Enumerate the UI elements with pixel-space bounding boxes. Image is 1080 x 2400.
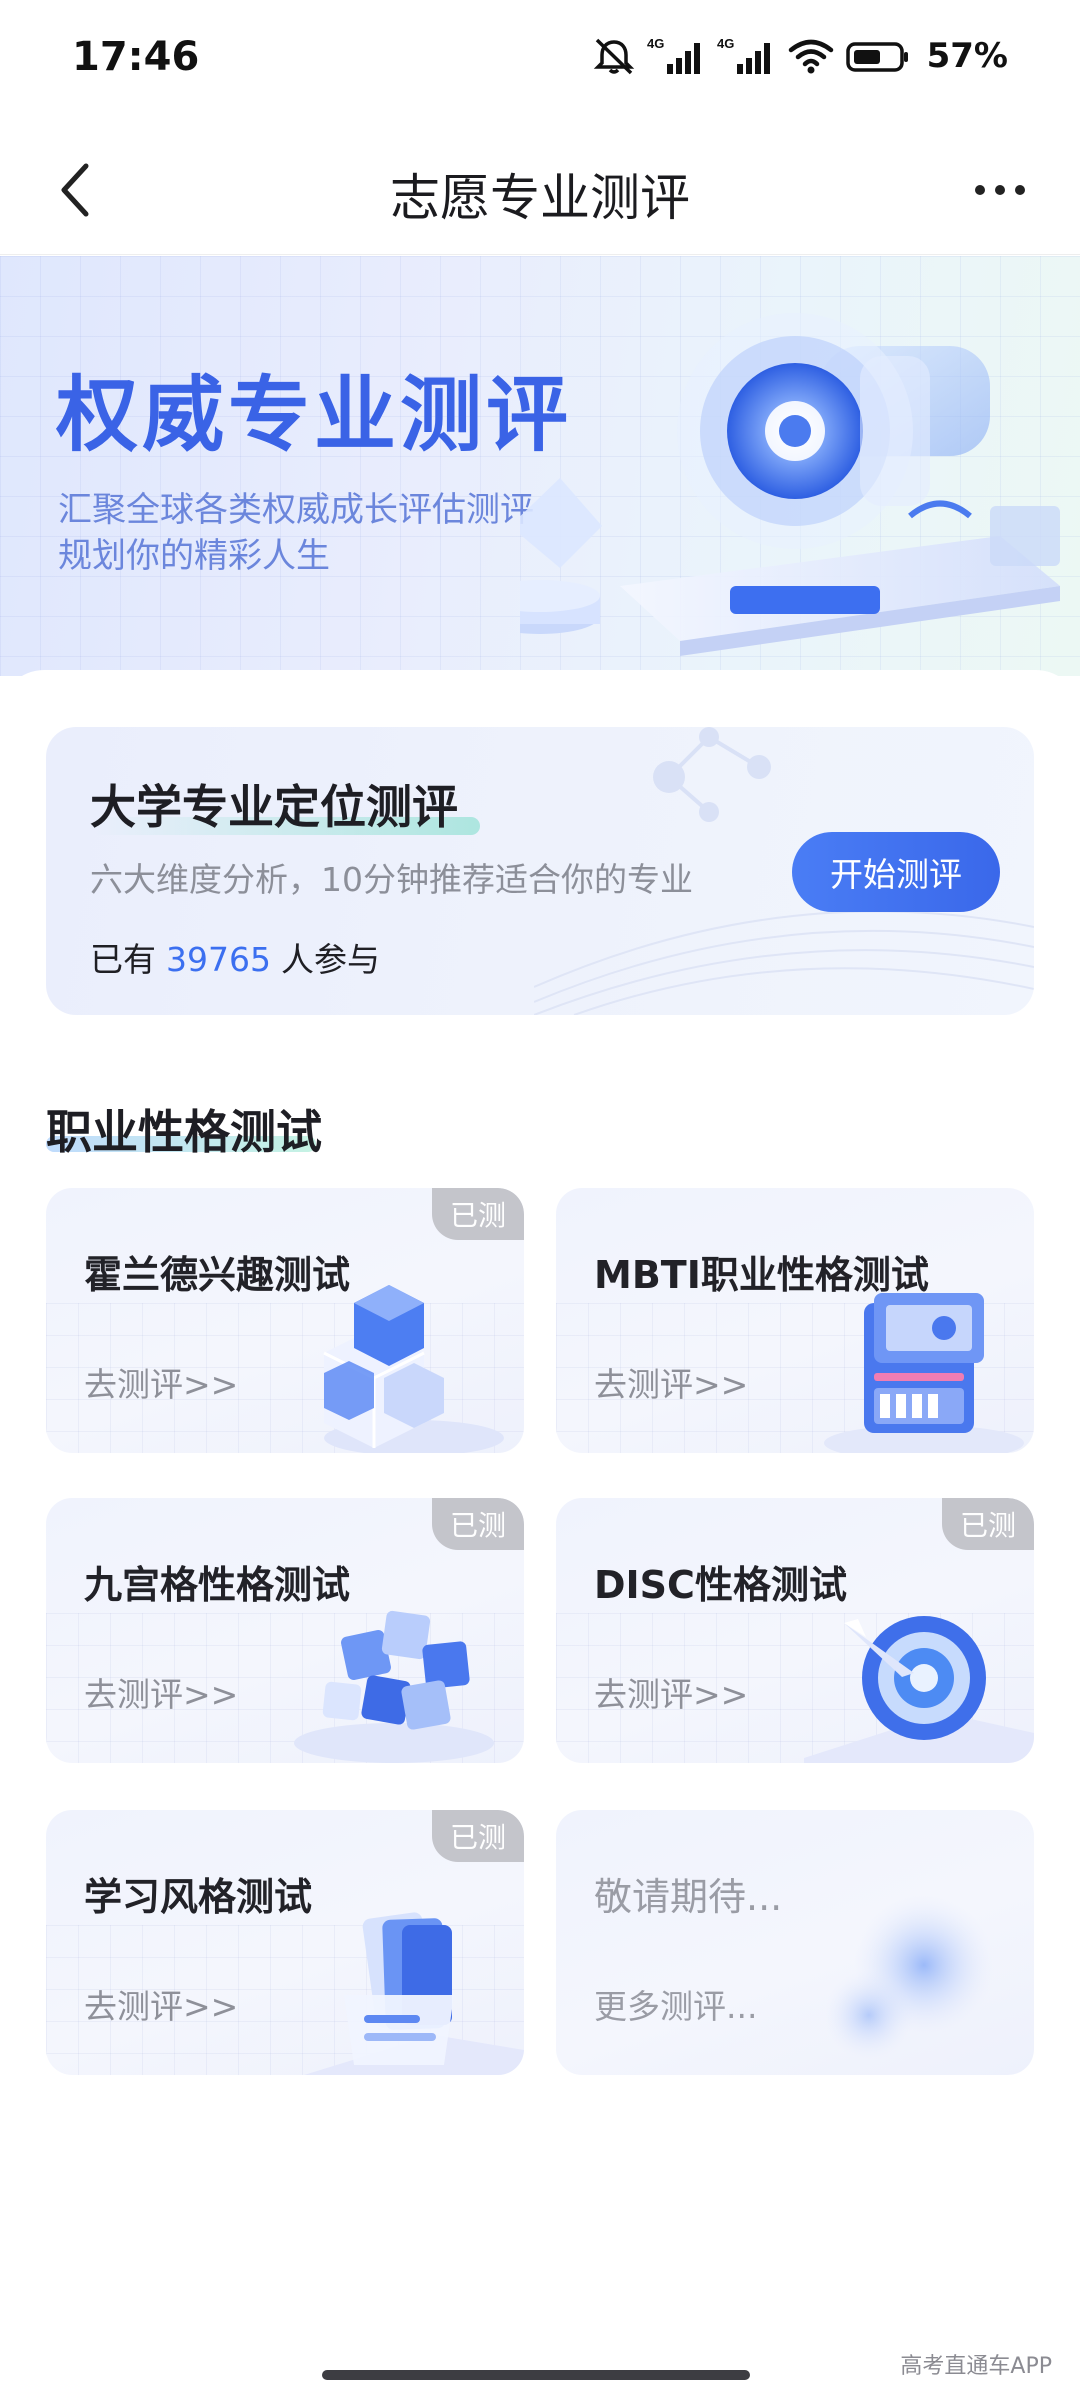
banner-subtitle: 规划你的精彩人生 xyxy=(58,536,330,576)
server-icon xyxy=(824,1293,1024,1453)
app-watermark: 高考直通车APP xyxy=(900,2354,1052,2379)
test-card-disc[interactable]: DISC性格测试 去测评>> 已测 xyxy=(556,1498,1034,1763)
count-prefix: 已有 xyxy=(90,940,156,979)
hero-banner: 权威专业测评 汇聚全球各类权威成长评估测评 规划你的精彩人生 xyxy=(0,256,1080,676)
completed-badge: 已测 xyxy=(432,1188,524,1240)
test-card-coming-soon: 敬请期待... 更多测评... xyxy=(556,1810,1034,2075)
test-card-nine-grid[interactable]: 九宫格性格测试 去测评>> 已测 xyxy=(46,1498,524,1763)
section-title: 职业性格测试 xyxy=(46,1105,322,1159)
card-link[interactable]: 去测评>> xyxy=(84,1668,238,1716)
feature-description: 六大维度分析，10分钟推荐适合你的专业 xyxy=(90,860,693,899)
cube-icon xyxy=(323,1285,504,1453)
status-icons: 4G 4G 57% xyxy=(591,36,1008,76)
svg-text:4G: 4G xyxy=(717,36,734,51)
blocks-icon xyxy=(294,1610,494,1763)
card-link: 更多测评... xyxy=(594,1987,758,2026)
banner-illustration xyxy=(520,313,1060,656)
card-link[interactable]: 去测评>> xyxy=(594,1358,748,1406)
banner-subtitle: 汇聚全球各类权威成长评估测评 xyxy=(58,490,534,530)
target-icon xyxy=(804,1616,1034,1763)
status-time: 17:46 xyxy=(72,34,200,80)
banner-title: 权威专业测评 xyxy=(56,368,573,463)
page-title: 志愿专业测评 xyxy=(390,169,690,227)
count-number: 39765 xyxy=(166,940,271,979)
card-link[interactable]: 去测评>> xyxy=(84,1358,238,1406)
completed-badge: 已测 xyxy=(432,1810,524,1862)
start-assessment-button[interactable]: 开始测评 xyxy=(792,832,1000,912)
completed-badge: 已测 xyxy=(432,1498,524,1550)
test-card-mbti[interactable]: MBTI职业性格测试 去测评>> xyxy=(556,1188,1034,1453)
wifi-icon xyxy=(788,39,833,74)
signal-4g-icon: 4G xyxy=(717,36,770,74)
svg-text:4G: 4G xyxy=(647,36,664,51)
battery-icon xyxy=(845,42,908,72)
home-indicator[interactable] xyxy=(322,2370,750,2380)
placeholder-blob-icon xyxy=(824,1895,994,2060)
participant-count: 已有 39765 人参与 xyxy=(90,933,380,981)
test-card-holland[interactable]: 霍兰德兴趣测试 去测评>> 已测 xyxy=(46,1188,524,1453)
feature-title: 大学专业定位测评 xyxy=(90,780,458,834)
card-link[interactable]: 去测评>> xyxy=(84,1980,238,2028)
mute-icon xyxy=(593,38,634,75)
battery-percent: 57% xyxy=(926,36,1008,76)
card-title: 敬请期待... xyxy=(594,1875,783,1919)
folder-icon xyxy=(304,1912,524,2075)
more-button[interactable] xyxy=(960,150,1040,230)
status-bar: 17:46 4G 4G 57% xyxy=(0,0,1080,120)
card-link[interactable]: 去测评>> xyxy=(594,1668,748,1716)
more-icon xyxy=(975,185,1025,195)
signal-4g-icon: 4G xyxy=(647,36,700,74)
count-suffix: 人参与 xyxy=(280,940,380,979)
nav-bar: 志愿专业测评 xyxy=(0,120,1080,255)
completed-badge: 已测 xyxy=(942,1498,1034,1550)
test-card-learning-style[interactable]: 学习风格测试 去测评>> 已测 xyxy=(46,1810,524,2075)
